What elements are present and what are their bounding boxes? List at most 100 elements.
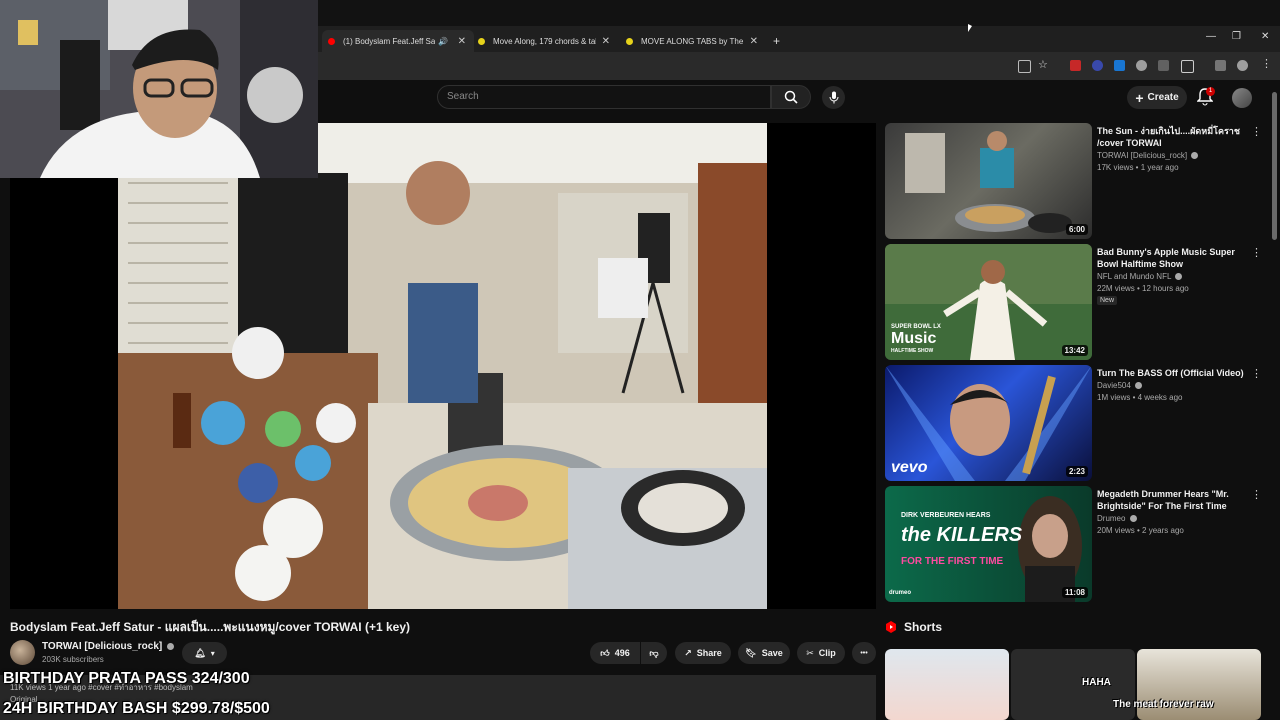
recommendation-channel[interactable]: Drumeo (1097, 514, 1137, 523)
subscriber-count: 203K subscribers (42, 655, 104, 664)
search-input[interactable]: Search (437, 85, 771, 109)
close-tab-icon[interactable]: ✕ (458, 36, 466, 47)
verified-icon (1135, 382, 1143, 390)
bell-icon: 🔔︎ (194, 647, 206, 658)
tab-label: MOVE ALONG TABS by The All (641, 36, 744, 46)
extension-icon[interactable] (1114, 60, 1125, 71)
create-button[interactable]: + Create (1127, 86, 1187, 109)
tab-favicon-icon (478, 37, 485, 45)
more-actions-button[interactable]: ••• (852, 642, 876, 664)
extensions-puzzle-icon[interactable] (1181, 60, 1194, 73)
extension-icon[interactable] (1158, 60, 1169, 71)
search-button[interactable] (771, 85, 811, 109)
browser-menu-icon[interactable]: ⋮ (1261, 57, 1272, 70)
recommendation-meta: 1M views • 4 weeks ago (1097, 393, 1183, 402)
verified-icon (1175, 273, 1183, 281)
recommendation-title[interactable]: The Sun - ง่ายเกินไป....ผัดหมี่โคราช /co… (1097, 125, 1247, 149)
microphone-icon (829, 91, 838, 104)
browser-tab-tabs[interactable]: MOVE ALONG TABS by The All ✕ (626, 30, 760, 52)
more-vertical-icon[interactable]: ⋮ (1251, 246, 1262, 259)
webcam-image (0, 0, 318, 178)
minimize-icon[interactable]: — (1206, 31, 1216, 42)
video-thumbnail[interactable]: 6:00 (885, 123, 1092, 239)
like-count: 496 (614, 648, 630, 658)
recommendation-channel-name[interactable]: NFL and Mundo NFL (1097, 272, 1171, 281)
recommendation-channel[interactable]: Davie504 (1097, 381, 1143, 390)
shorts-icon (886, 621, 896, 633)
share-label: Share (696, 648, 722, 658)
install-app-icon[interactable] (1018, 60, 1031, 73)
recommendation-title[interactable]: Turn The BASS Off (Official Video) (1097, 367, 1247, 379)
recommendation-channel[interactable]: TORWAI [Delicious_rock] (1097, 151, 1199, 160)
video-thumbnail[interactable]: vevo 2:23 (885, 365, 1092, 481)
extension-icon[interactable] (1092, 60, 1103, 71)
recommendation-channel-name[interactable]: TORWAI [Delicious_rock] (1097, 151, 1187, 160)
short-item[interactable] (885, 649, 1009, 720)
recommendation-channel-name[interactable]: Davie504 (1097, 381, 1131, 390)
video-thumbnail[interactable]: SUPER BOWL LX Music HALFTIME SHOW 13:42 (885, 244, 1092, 360)
save-label: Save (761, 648, 783, 658)
close-window-icon[interactable]: ✕ (1261, 31, 1269, 42)
save-button[interactable]: 🔖︎ Save (738, 642, 790, 664)
more-vertical-icon[interactable]: ⋮ (1251, 367, 1262, 380)
recommendation-channel-name[interactable]: Drumeo (1097, 514, 1125, 523)
recommendation-item[interactable]: DIRK VERBEUREN HEARS the KILLERS FOR THE… (885, 486, 1275, 602)
video-duration: 11:08 (1061, 587, 1088, 598)
channel-name[interactable]: TORWAI [Delicious_rock] (42, 641, 174, 652)
chat-message: HAHA (1082, 677, 1111, 688)
account-avatar[interactable] (1232, 88, 1252, 108)
profile-icon[interactable] (1237, 60, 1248, 71)
close-tab-icon[interactable]: ✕ (750, 36, 758, 47)
speaker-icon[interactable]: 🔊 (438, 37, 448, 46)
notification-bell-button[interactable]: 🔔︎ ▾ (182, 642, 227, 664)
recommendation-title[interactable]: Megadeth Drummer Hears "Mr. Brightside" … (1097, 488, 1247, 512)
apple-music-logo: Music (891, 330, 936, 348)
bookmark-icon: 🔖︎ (745, 647, 757, 658)
extension-icon[interactable] (1215, 60, 1226, 71)
notification-count-badge: 1 (1206, 87, 1215, 96)
video-frame[interactable] (118, 123, 767, 609)
recommendation-meta: 17K views • 1 year ago (1097, 163, 1179, 172)
create-label: Create (1147, 92, 1179, 103)
browser-tab-youtube[interactable]: (1) Bodyslam Feat.Jeff Satur 🔊 ✕ (322, 30, 474, 52)
drumeo-logo: drumeo (889, 590, 912, 596)
thumbnail-brand: the KILLERS (901, 524, 1023, 546)
shorts-heading: Shorts (904, 620, 943, 634)
tab-label: (1) Bodyslam Feat.Jeff Satur (343, 36, 435, 46)
recommendation-item[interactable]: 6:00 The Sun - ง่ายเกินไป....ผัดหมี่โครา… (885, 123, 1275, 239)
channel-name-text[interactable]: TORWAI [Delicious_rock] (42, 641, 162, 652)
plus-icon: + (1135, 89, 1144, 106)
video-thumbnail[interactable]: DIRK VERBEUREN HEARS the KILLERS FOR THE… (885, 486, 1092, 602)
verified-icon (1191, 152, 1199, 160)
video-duration: 2:23 (1065, 466, 1088, 477)
dislike-button[interactable]: 👎︎ (641, 642, 667, 664)
recommendation-title[interactable]: Bad Bunny's Apple Music Super Bowl Halft… (1097, 246, 1247, 270)
bookmark-star-icon[interactable]: ☆ (1038, 58, 1049, 71)
clip-button[interactable]: ✂ Clip (797, 642, 845, 664)
more-vertical-icon[interactable]: ⋮ (1251, 488, 1262, 501)
recommendation-channel[interactable]: NFL and Mundo NFL (1097, 272, 1183, 281)
thumbs-down-icon: 👎︎ (649, 647, 659, 658)
extension-icon[interactable] (1070, 60, 1081, 71)
thumbs-up-icon: 👍︎ (600, 647, 610, 658)
maximize-icon[interactable]: ❐ (1232, 31, 1241, 42)
scrollbar[interactable] (1272, 92, 1277, 240)
tab-label: Move Along, 179 chords & tabs (493, 36, 596, 46)
like-button[interactable]: 👍︎ 496 (590, 642, 640, 664)
chevron-down-icon: ▾ (210, 648, 215, 658)
recommendation-item[interactable]: vevo 2:23 Turn The BASS Off (Official Vi… (885, 365, 1275, 481)
new-badge: New (1097, 296, 1118, 305)
extension-icon[interactable] (1136, 60, 1147, 71)
voice-search-button[interactable] (822, 86, 845, 109)
new-tab-button[interactable]: + (773, 30, 780, 52)
more-vertical-icon[interactable]: ⋮ (1251, 125, 1262, 138)
recommendation-item[interactable]: SUPER BOWL LX Music HALFTIME SHOW 13:42 … (885, 244, 1275, 360)
share-button[interactable]: ↗ Share (675, 642, 731, 664)
tab-favicon-icon (626, 37, 633, 45)
channel-avatar[interactable] (10, 640, 35, 665)
close-tab-icon[interactable]: ✕ (602, 36, 610, 47)
browser-tab-chords[interactable]: Move Along, 179 chords & tabs ✕ (478, 30, 612, 52)
chat-message: The meat forever raw (1113, 699, 1214, 710)
streamer-webcam (0, 0, 318, 178)
thumbnail-image (905, 131, 1072, 233)
